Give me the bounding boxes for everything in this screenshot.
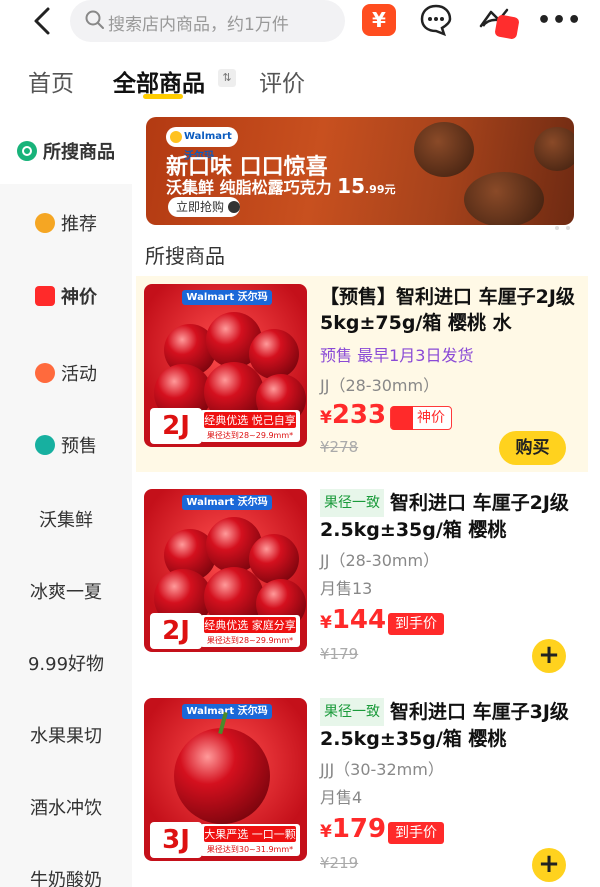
sidebar-item-presale[interactable]: 预售 [0,432,132,458]
god-price-tag: 神价 [390,406,452,430]
product-title: 果径一致 智利进口 车厘子2J级 2.5kg±35g/箱 樱桃 [320,489,582,541]
original-price: ¥179 [320,645,359,663]
truffle-image [464,172,544,225]
sidebar-item-searched[interactable]: 所搜商品 [0,138,132,164]
presale-info: 预售 最早1月3日发货 [320,346,474,365]
sidebar-item-dairy[interactable]: 牛奶酸奶 [0,866,132,887]
product-title: 果径一致 智利进口 车厘子3J级 2.5kg±35g/箱 樱桃 [320,698,582,750]
grade-label: 2J [150,613,202,649]
search-circle-icon [17,141,37,161]
product-image: Walmart 沃尔玛 3J 大果严选 一口一颗 果径达到30~31.9mm* [144,698,307,861]
product-card[interactable]: Walmart 沃尔玛 2J 经典优选 悦己自享 果径达到28~29.9mm* 【… [136,276,588,472]
monthly-sales: 月售13 [320,579,373,598]
search-input[interactable]: 搜索店内商品，约1万件 [70,0,345,42]
customer-service-icon[interactable] [418,2,454,42]
yen-coupon-icon[interactable]: ¥ [362,4,396,36]
tab-bar: 首页 全部商品 评价 [0,56,600,102]
product-price: ¥144 [320,605,387,635]
bookmark-icon [35,213,55,233]
product-image: Walmart 沃尔玛 2J 经典优选 家庭分享 果径达到28~29.9mm* [144,489,307,652]
product-spec: JJJ（30-32mm） [320,760,444,779]
banner-subtitle: 沃集鲜 纯脂松露巧克力 15.99元 [166,174,396,198]
final-price-tag: 到手价 [388,822,444,844]
search-icon [85,10,104,29]
clock-icon [35,435,55,455]
product-card[interactable]: Walmart 沃尔玛 2J 经典优选 家庭分享 果径达到28~29.9mm* 果… [136,481,588,677]
sidebar-item-fresh[interactable]: 沃集鲜 [0,506,132,532]
add-to-cart-button[interactable]: + [532,848,566,882]
buy-button[interactable]: 购买 [499,431,566,465]
product-price: ¥179 [320,814,387,844]
sidebar-item-label: 神价 [61,287,97,308]
image-caption: 经典优选 家庭分享 果径达到28~29.9mm* [200,615,300,647]
walmart-logo: Walmart 沃尔玛 [182,704,272,719]
truffle-image [414,122,474,177]
lightning-icon [391,406,413,430]
top-bar: 搜索店内商品，约1万件 ¥ ••• [0,0,600,46]
sidebar-item-fruit[interactable]: 水果果切 [0,722,132,748]
product-image: Walmart 沃尔玛 2J 经典优选 悦己自享 果径达到28~29.9mm* [144,284,307,447]
truffle-image [534,127,574,171]
original-price: ¥219 [320,854,359,872]
grade-label: 3J [150,822,202,858]
red-packet-icon[interactable] [494,14,520,40]
tab-all-products[interactable]: 全部商品 [113,64,205,98]
sort-toggle-icon[interactable]: ⇅ [218,69,236,87]
sidebar-item-label: 活动 [61,364,97,385]
final-price-tag: 到手价 [388,613,444,635]
banner-pagination [536,215,571,234]
more-icon[interactable]: ••• [537,8,582,33]
banner-buy-button[interactable]: 立即抢购 [168,197,240,217]
sidebar-item-label: 预售 [61,436,97,457]
grade-label: 2J [150,408,202,444]
sidebar-item-god-price[interactable]: 神价 [0,283,132,309]
original-price: ¥278 [320,438,359,456]
product-price: ¥233 [320,400,387,430]
walmart-logo: Walmart 沃尔玛 [182,495,272,510]
product-spec: JJ（28-30mm） [320,376,440,395]
size-consistent-badge: 果径一致 [320,489,384,517]
sidebar-item-recommend[interactable]: 推荐 [0,210,132,236]
promo-banner[interactable]: Walmart 沃尔玛 新口味 口口惊喜 沃集鲜 纯脂松露巧克力 15.99元 … [146,117,574,225]
back-icon[interactable] [28,6,56,36]
add-to-cart-button[interactable]: + [532,639,566,673]
sidebar-item-label: 所搜商品 [43,142,115,163]
section-title: 所搜商品 [145,244,225,268]
image-caption: 大果严选 一口一颗 果径达到30~31.9mm* [200,824,300,856]
tag-icon [35,363,55,383]
lightning-icon [35,286,55,306]
sidebar-item-999[interactable]: 9.99好物 [0,650,132,676]
sidebar-item-drinks[interactable]: 酒水冲饮 [0,794,132,820]
active-tab-indicator [143,94,183,99]
sidebar-item-activity[interactable]: 活动 [0,360,132,386]
product-card[interactable]: Walmart 沃尔玛 3J 大果严选 一口一颗 果径达到30~31.9mm* 果… [136,690,588,886]
search-placeholder: 搜索店内商品，约1万件 [108,15,289,35]
sidebar-item-label: 推荐 [61,214,97,235]
product-title: 【预售】智利进口 车厘子2J级 5kg±75g/箱 樱桃 水 [320,286,575,334]
walmart-logo: Walmart 沃尔玛 [166,127,238,162]
tab-home[interactable]: 首页 [28,64,74,98]
size-consistent-badge: 果径一致 [320,698,384,726]
tab-reviews[interactable]: 评价 [259,64,305,98]
monthly-sales: 月售4 [320,788,363,807]
sidebar-item-summer[interactable]: 冰爽一夏 [0,578,132,604]
image-caption: 经典优选 悦己自享 果径达到28~29.9mm* [200,410,300,442]
walmart-logo: Walmart 沃尔玛 [182,290,272,305]
product-spec: JJ（28-30mm） [320,551,440,570]
